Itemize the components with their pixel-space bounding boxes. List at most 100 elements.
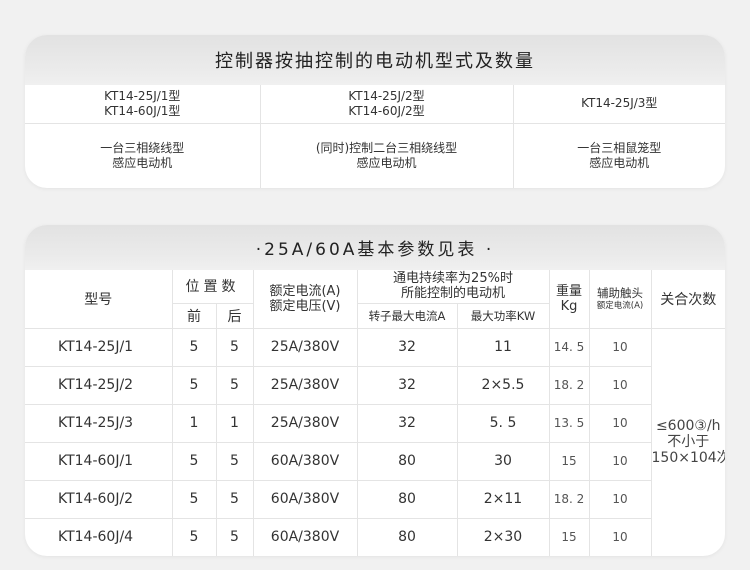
aux-header: 辅助触头 额定电流(A) — [589, 270, 652, 329]
front-cell: 5 — [172, 480, 217, 519]
description-text: 一台三相鼠笼型 — [577, 140, 662, 155]
aux-cell: 10 — [589, 442, 652, 481]
rated-cell: 60A/380V — [253, 442, 358, 481]
model-cell: KT14-25J/2 — [25, 366, 173, 405]
front-cell: 5 — [172, 442, 217, 481]
rotor-current-cell: 80 — [357, 442, 458, 481]
parameters-title: ·25A/60A基本参数见表 · — [25, 225, 725, 270]
positions-header: 位置数 — [172, 270, 254, 304]
rated-cell: 60A/380V — [253, 518, 358, 556]
rotor-current-cell: 80 — [357, 518, 458, 556]
rated-current-label: 额定电流(A) — [269, 283, 341, 299]
back-cell: 5 — [216, 328, 254, 367]
description-cell-1: 一台三相绕线型 感应电动机 — [25, 123, 261, 188]
table-row: KT14-60J/2 5 5 60A/380V 80 2×11 18. 2 10 — [25, 480, 725, 519]
aux-cell: 10 — [589, 518, 652, 556]
weight-cell: 18. 2 — [549, 480, 590, 519]
weight-cell: 15 — [549, 518, 590, 556]
aux-cell: 10 — [589, 404, 652, 443]
aux-cell: 10 — [589, 366, 652, 405]
rotor-current-cell: 32 — [357, 328, 458, 367]
rotor-current-header: 转子最大电流A — [357, 303, 458, 329]
max-power-cell: 2×5.5 — [457, 366, 550, 405]
description-text: 感应电动机 — [589, 155, 650, 170]
duty-label: 通电持续率为25%时 — [393, 271, 513, 287]
description-text: (同时)控制二台三相绕线型 — [315, 140, 458, 155]
operations-min-label: 不小于 — [667, 434, 710, 451]
front-cell: 1 — [172, 404, 217, 443]
models-cell-2: KT14-25J/2型 KT14-60J/2型 — [260, 85, 514, 124]
rated-cell: 60A/380V — [253, 480, 358, 519]
front-cell: 5 — [172, 366, 217, 405]
models-cell-3: KT14-25J/3型 — [513, 85, 725, 124]
rated-cell: 25A/380V — [253, 366, 358, 405]
operations-rate: ≤600③/h — [655, 418, 721, 435]
duty-label: 所能控制的电动机 — [400, 286, 505, 302]
max-power-cell: 11 — [457, 328, 550, 367]
model-label: KT14-25J/1型 — [104, 88, 181, 103]
weight-cell: 18. 2 — [549, 366, 590, 405]
max-power-cell: 2×30 — [457, 518, 550, 556]
back-cell: 5 — [216, 442, 254, 481]
max-power-header: 最大功率KW — [457, 303, 550, 329]
operations-cell: ≤600③/h 不小于 150×104次 — [651, 328, 726, 556]
table-row: KT14-60J/1 5 5 60A/380V 80 30 15 10 — [25, 442, 725, 481]
rated-voltage-label: 额定电压(V) — [269, 298, 341, 314]
description-cell-2: (同时)控制二台三相绕线型 感应电动机 — [260, 123, 514, 188]
table-row: KT14-25J/2 5 5 25A/380V 32 2×5.5 18. 2 1… — [25, 366, 725, 405]
operations-count: 150×104次 — [651, 450, 726, 467]
motor-types-card: 控制器按抽控制的电动机型式及数量 KT14-25J/1型 KT14-60J/1型… — [25, 35, 725, 188]
motor-types-table: KT14-25J/1型 KT14-60J/1型 KT14-25J/2型 KT14… — [25, 85, 725, 188]
rotor-current-cell: 80 — [357, 480, 458, 519]
back-cell: 1 — [216, 404, 254, 443]
model-cell: KT14-60J/4 — [25, 518, 173, 556]
model-cell: KT14-60J/2 — [25, 480, 173, 519]
rated-cell: 25A/380V — [253, 404, 358, 443]
description-cell-3: 一台三相鼠笼型 感应电动机 — [513, 123, 725, 188]
max-power-cell: 2×11 — [457, 480, 550, 519]
back-cell: 5 — [216, 480, 254, 519]
aux-unit: 额定电流(A) — [596, 301, 644, 312]
description-text: 感应电动机 — [356, 155, 417, 170]
back-cell: 5 — [216, 366, 254, 405]
model-label: KT14-25J/3型 — [581, 96, 658, 111]
weight-unit: Kg — [560, 298, 578, 314]
rotor-current-cell: 32 — [357, 404, 458, 443]
duty-header: 通电持续率为25%时 所能控制的电动机 — [357, 270, 550, 304]
weight-cell: 14. 5 — [549, 328, 590, 367]
weight-cell: 15 — [549, 442, 590, 481]
model-cell: KT14-25J/1 — [25, 328, 173, 367]
front-cell: 5 — [172, 328, 217, 367]
front-cell: 5 — [172, 518, 217, 556]
model-label: KT14-25J/2型 — [348, 88, 425, 103]
max-power-cell: 30 — [457, 442, 550, 481]
aux-cell: 10 — [589, 480, 652, 519]
model-label: KT14-60J/2型 — [348, 103, 425, 118]
model-cell: KT14-25J/3 — [25, 404, 173, 443]
weight-label: 重量 — [555, 283, 582, 299]
weight-cell: 13. 5 — [549, 404, 590, 443]
models-cell-1: KT14-25J/1型 KT14-60J/1型 — [25, 85, 261, 124]
rated-cell: 25A/380V — [253, 328, 358, 367]
parameters-table: 型号 位置数 额定电流(A) 额定电压(V) 通电持续率为25%时 所能控制的电… — [25, 270, 725, 556]
table-row: KT14-25J/3 1 1 25A/380V 32 5. 5 13. 5 10 — [25, 404, 725, 443]
model-label: KT14-60J/1型 — [104, 103, 181, 118]
parameters-card: ·25A/60A基本参数见表 · 型号 位置数 额定电流(A) 额定电压(V) … — [25, 225, 725, 556]
motor-types-title: 控制器按抽控制的电动机型式及数量 — [25, 35, 725, 85]
weight-header: 重量 Kg — [549, 270, 590, 329]
header-row-1: 型号 位置数 额定电流(A) 额定电压(V) 通电持续率为25%时 所能控制的电… — [25, 270, 725, 329]
back-cell: 5 — [216, 518, 254, 556]
model-cell: KT14-60J/1 — [25, 442, 173, 481]
operations-header: 关合次数 — [651, 270, 725, 329]
rotor-current-cell: 32 — [357, 366, 458, 405]
aux-label: 辅助触头 — [597, 286, 643, 301]
rated-header: 额定电流(A) 额定电压(V) — [253, 270, 358, 329]
table-row: KT14-25J/1 5 5 25A/380V 32 11 14. 5 10 ≤… — [25, 328, 725, 466]
models-row: KT14-25J/1型 KT14-60J/1型 KT14-25J/2型 KT14… — [25, 85, 725, 124]
max-power-cell: 5. 5 — [457, 404, 550, 443]
back-header: 后 — [216, 303, 254, 329]
description-text: 感应电动机 — [112, 155, 173, 170]
description-row: 一台三相绕线型 感应电动机 (同时)控制二台三相绕线型 感应电动机 一台三相鼠笼… — [25, 123, 725, 188]
table-row: KT14-60J/4 5 5 60A/380V 80 2×30 15 10 — [25, 518, 725, 556]
model-header: 型号 — [25, 270, 173, 329]
